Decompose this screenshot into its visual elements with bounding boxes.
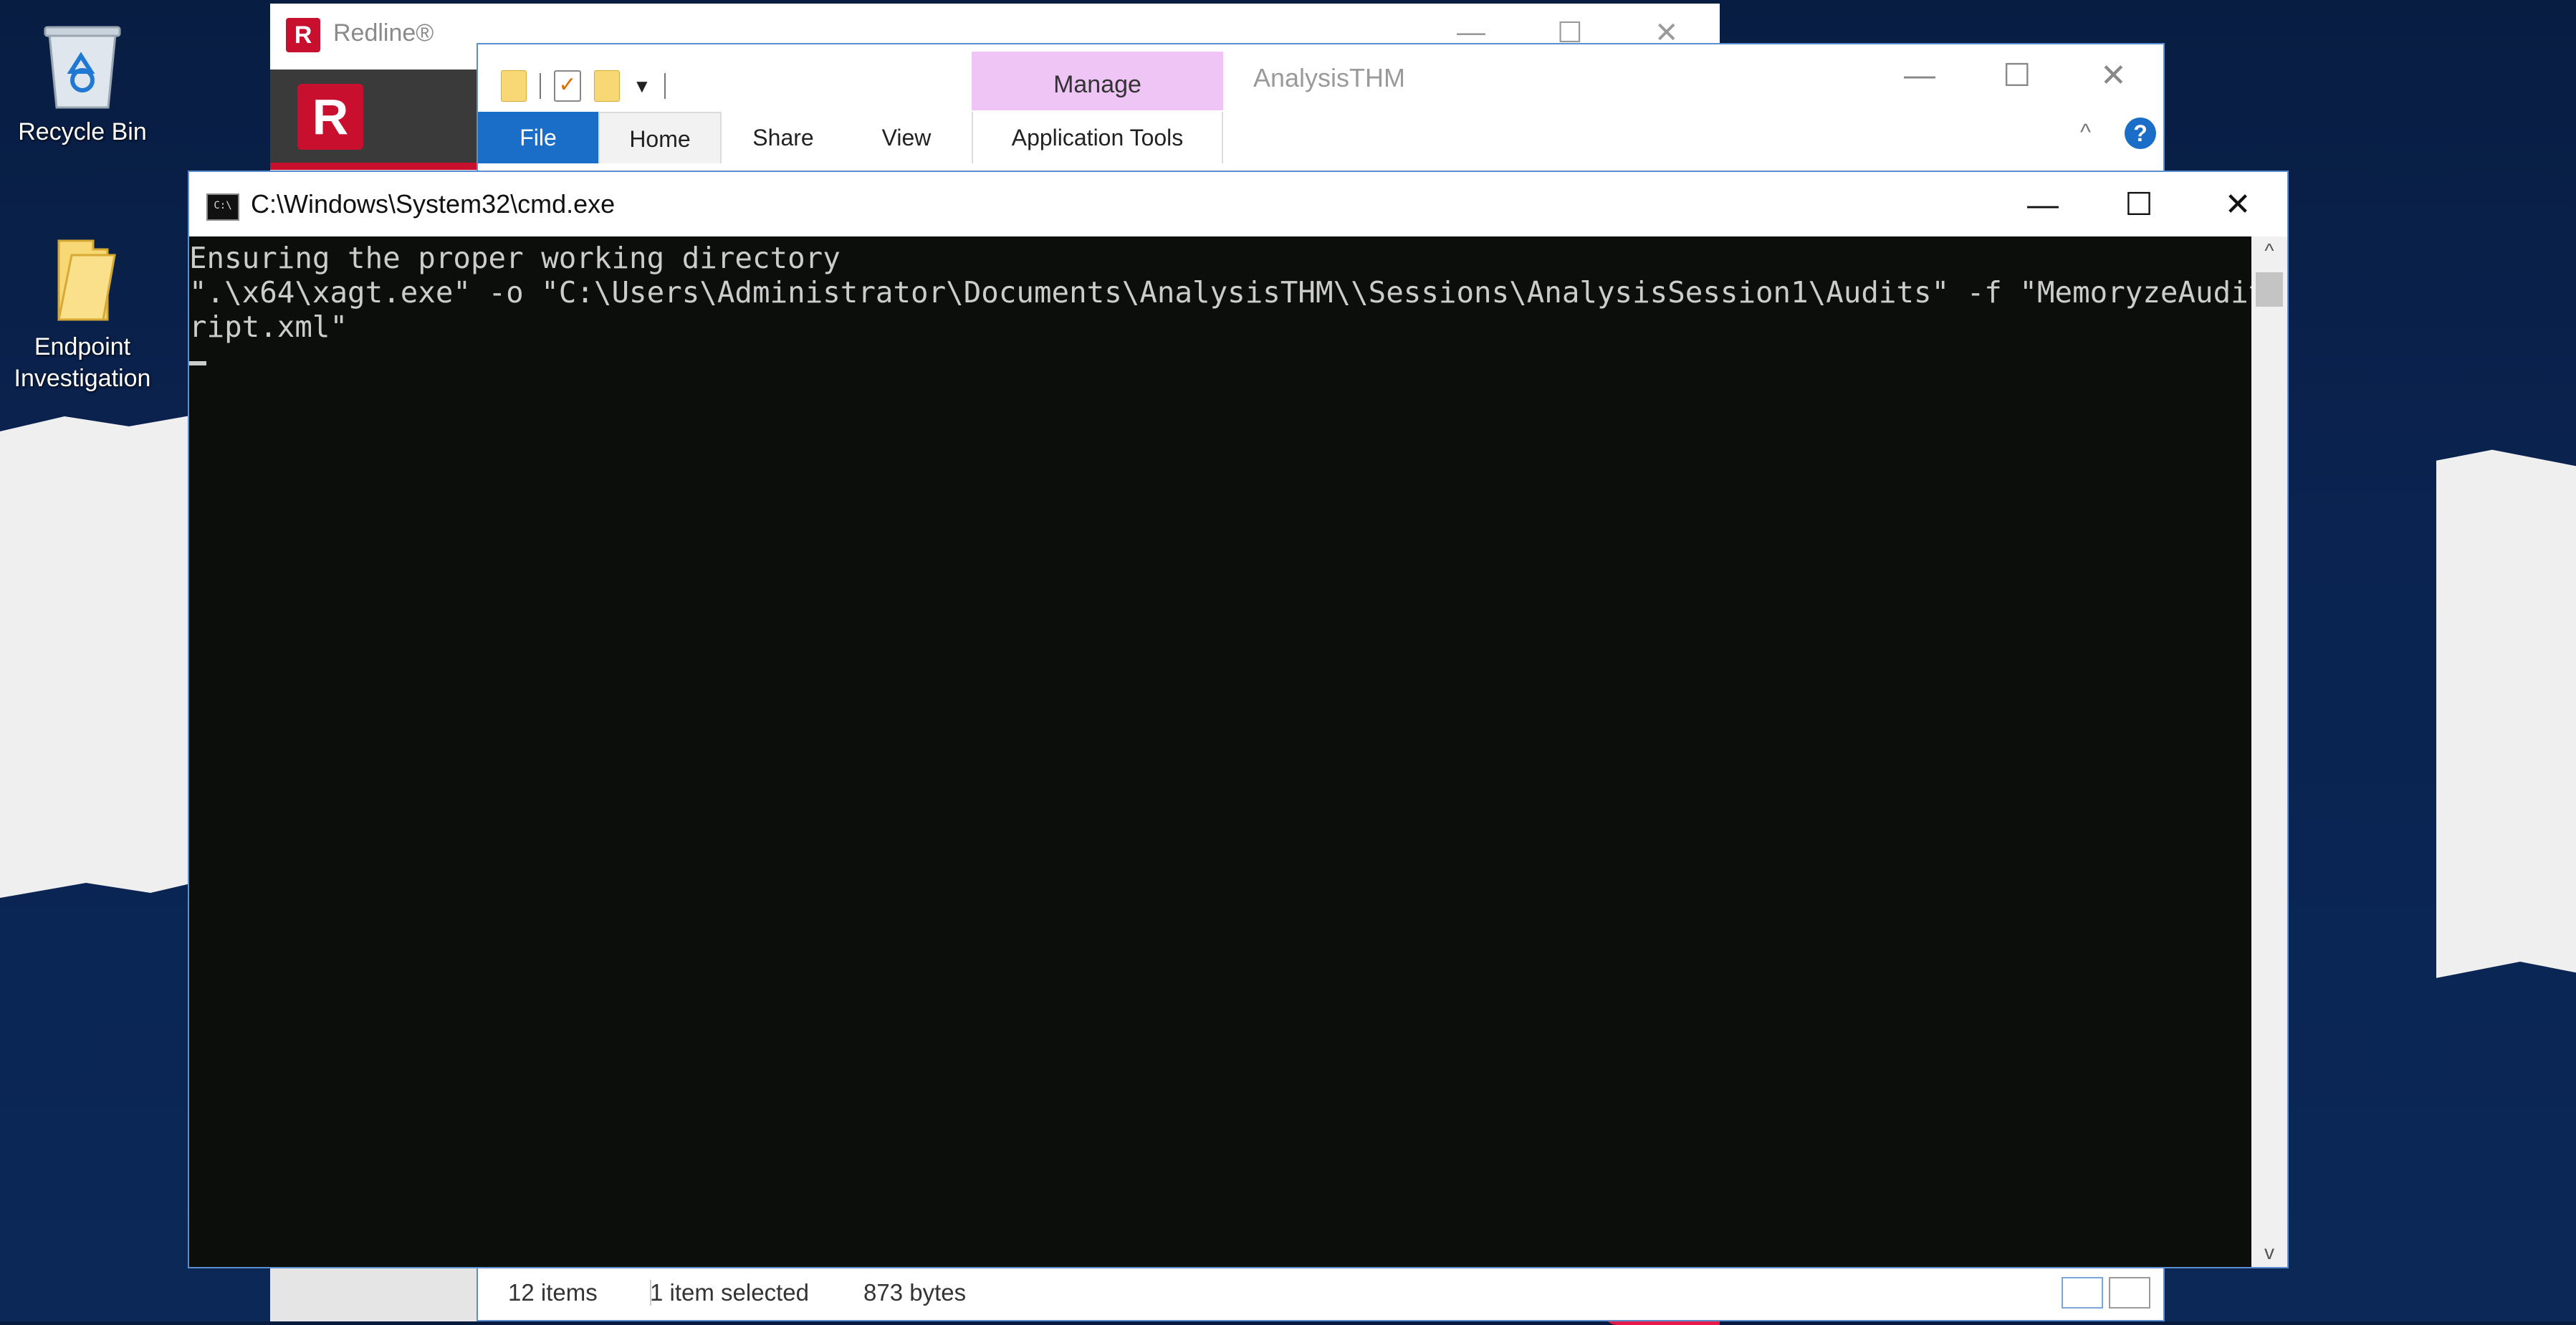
status-selection: 1 item selected [650,1279,809,1306]
desktop-wallpaper-paper-left [0,411,215,898]
tab-home[interactable]: Home [598,112,722,163]
cmd-window-title: C:\Windows\System32\cmd.exe [251,189,616,219]
cmd-titlebar[interactable]: C:\ C:\Windows\System32\cmd.exe — ☐ ✕ [189,172,2287,236]
close-icon[interactable]: ✕ [2100,57,2127,94]
toolbar-separator [664,73,666,99]
tab-application-tools[interactable]: Application Tools [972,112,1223,163]
maximize-button[interactable]: ☐ [2092,178,2185,232]
scroll-up-icon[interactable]: ^ [2251,239,2287,262]
close-button[interactable]: ✕ [2191,178,2284,232]
status-item-count: 12 items [508,1279,598,1306]
scroll-down-icon[interactable]: v [2251,1241,2287,1264]
desktop-wallpaper-paper-right [2436,449,2576,978]
properties-icon[interactable]: ✓ [554,70,581,102]
desktop-icon-recycle-bin[interactable]: Recycle Bin [0,19,165,148]
redline-logo-icon: R [286,18,320,52]
help-icon[interactable]: ? [2125,118,2156,149]
details-view-icon[interactable] [2062,1277,2103,1309]
toolbar-separator [540,73,541,99]
text-cursor [189,361,206,365]
redline-brand-logo: R [297,84,363,150]
manage-context-tab[interactable]: Manage [972,52,1223,110]
tab-view[interactable]: View [845,112,968,163]
desktop-icon-label: Recycle Bin [18,118,147,145]
ribbon-tabs: File Home Share View Application Tools [478,112,2163,163]
tab-share[interactable]: Share [722,112,845,163]
explorer-window-title: AnalysisTHM [1253,63,1406,92]
collapse-ribbon-icon[interactable]: ^ [2080,119,2091,145]
minimize-icon[interactable]: — [1904,57,1935,93]
scrollbar-thumb[interactable] [2256,272,2283,307]
console-line: ".\x64\xagt.exe" -o "C:\Users\Administra… [189,275,2253,310]
redline-title: Redline® [333,19,434,47]
minimize-button[interactable]: — [1996,178,2089,232]
customize-toolbar-dropdown-icon[interactable]: ▼ [633,75,651,97]
cmd-icon: C:\ [206,193,239,221]
folder-icon[interactable] [501,70,527,102]
console-line: Ensuring the proper working directory [189,241,841,275]
maximize-icon[interactable]: ☐ [2003,57,2031,94]
desktop-icon-endpoint-investigation[interactable]: Endpoint Investigation [0,234,165,394]
new-folder-icon[interactable] [594,70,620,102]
vertical-scrollbar[interactable]: ^ v [2251,236,2287,1267]
cmd-window[interactable]: C:\ C:\Windows\System32\cmd.exe — ☐ ✕ En… [188,171,2289,1268]
status-bar: 12 items 1 item selected 873 bytes [478,1265,2163,1320]
console-line: ript.xml" [189,310,348,344]
folder-icon [57,239,116,321]
tab-file[interactable]: File [478,112,598,163]
quick-access-toolbar: ✓ ▼ [501,64,666,107]
large-icons-view-icon[interactable] [2109,1277,2150,1309]
desktop-icon-label: Endpoint Investigation [14,333,151,392]
console-output[interactable]: Ensuring the proper working directory ".… [189,236,2253,1267]
status-size: 873 bytes [863,1279,967,1306]
recycle-bin-icon [44,26,121,109]
